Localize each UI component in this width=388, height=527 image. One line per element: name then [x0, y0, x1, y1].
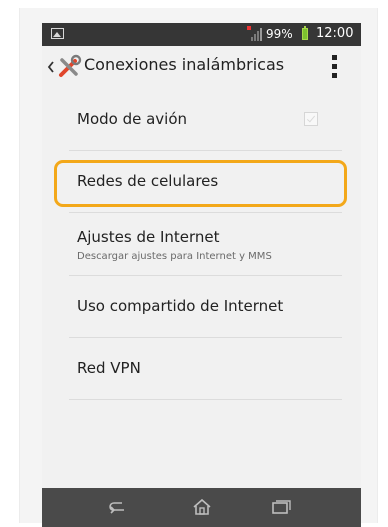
- settings-item-airplane-mode[interactable]: Modo de avión: [42, 88, 361, 149]
- settings-item-tethering[interactable]: Uso compartido de Internet: [42, 276, 361, 336]
- settings-item-vpn[interactable]: Red VPN: [42, 338, 361, 398]
- airplane-mode-checkbox[interactable]: [304, 112, 318, 126]
- tools-icon: [59, 54, 82, 77]
- status-bar: 99% 12:00: [42, 23, 361, 46]
- overflow-menu-icon[interactable]: [332, 55, 338, 79]
- picture-icon: [51, 28, 64, 39]
- phone-screen: 99% 12:00 Conexiones inalámbricas Modo d…: [42, 23, 361, 527]
- settings-item-sublabel: Descargar ajustes para Internet y MMS: [77, 251, 272, 262]
- home-nav-icon[interactable]: [192, 498, 212, 516]
- settings-item-internet-settings[interactable]: Ajustes de Internet Descargar ajustes pa…: [42, 213, 361, 277]
- recents-nav-icon[interactable]: [270, 498, 292, 516]
- settings-item-label: Red VPN: [77, 359, 141, 377]
- settings-item-label: Ajustes de Internet: [77, 228, 220, 246]
- battery-percent: 99%: [266, 27, 293, 41]
- settings-item-label: Modo de avión: [77, 110, 188, 128]
- back-icon[interactable]: [46, 59, 56, 75]
- clock: 12:00: [316, 26, 354, 41]
- navigation-bar: [42, 488, 361, 527]
- settings-item-label: Uso compartido de Internet: [77, 297, 284, 315]
- signal-icon: [247, 26, 262, 41]
- back-nav-icon[interactable]: [108, 498, 128, 516]
- battery-icon: [302, 26, 308, 40]
- highlight-box: [54, 160, 347, 207]
- page-title: Conexiones inalámbricas: [84, 55, 285, 74]
- divider: [69, 399, 342, 400]
- action-bar: Conexiones inalámbricas: [42, 46, 361, 88]
